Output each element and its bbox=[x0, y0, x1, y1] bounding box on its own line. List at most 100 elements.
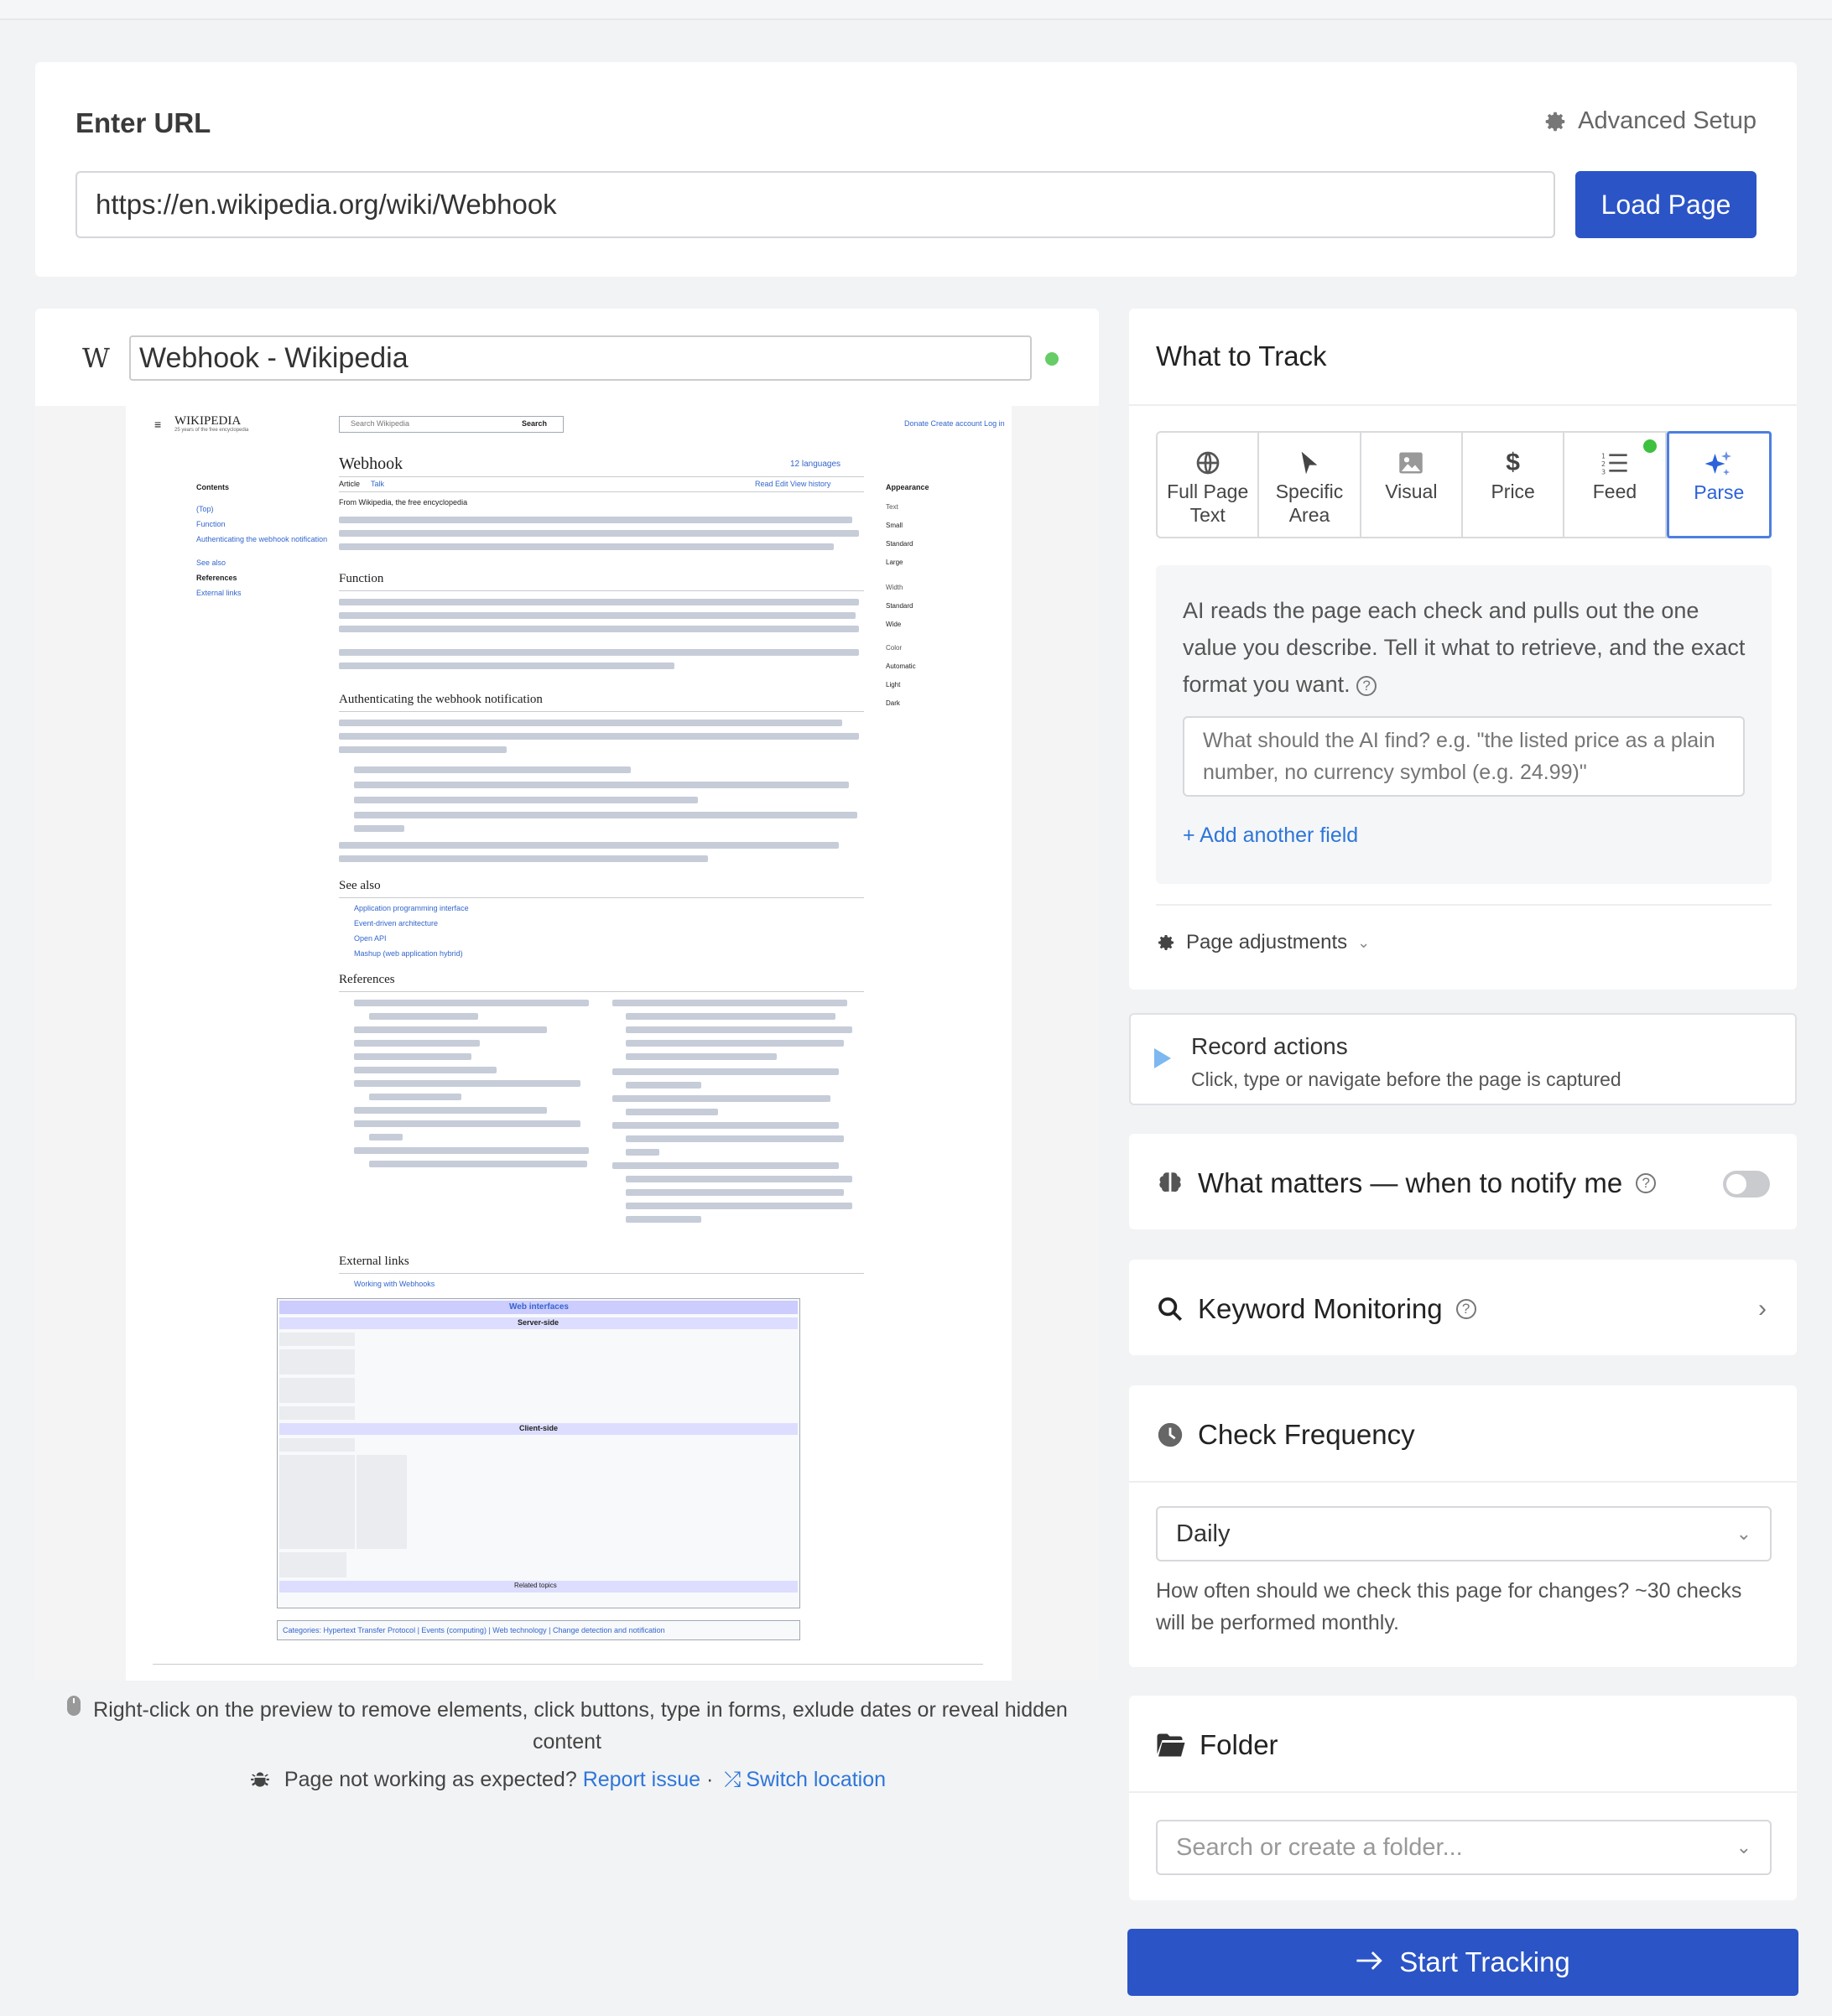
wiki-tab-article: Article bbox=[339, 480, 361, 488]
advanced-setup-button[interactable]: Advanced Setup bbox=[1543, 107, 1757, 135]
top-border bbox=[0, 0, 1832, 20]
svg-text:1: 1 bbox=[1601, 453, 1606, 460]
page-preview[interactable]: ≡ WIKIPEDIA 25 years of the free encyclo… bbox=[35, 406, 1099, 1681]
wiki-contents-label: Contents bbox=[196, 483, 229, 491]
wiki-top-links: Donate Create account Log in bbox=[904, 419, 1005, 428]
wiki-external-link: Working with Webhooks bbox=[354, 1280, 435, 1288]
page-adjustments-toggle[interactable]: Page adjustments ⌄ bbox=[1156, 931, 1370, 954]
wiki-see-also-item: Event-driven architecture bbox=[354, 919, 439, 927]
check-frequency-title: Check Frequency bbox=[1198, 1419, 1415, 1450]
parse-panel: AI reads the page each check and pulls o… bbox=[1156, 565, 1772, 884]
parse-description: AI reads the page each check and pulls o… bbox=[1183, 592, 1753, 703]
what-to-track-heading: What to Track bbox=[1156, 340, 1327, 372]
record-actions-title: Record actions bbox=[1191, 1033, 1348, 1059]
site-favicon-icon: W bbox=[82, 342, 110, 374]
gear-icon bbox=[1545, 112, 1565, 131]
record-actions-card[interactable]: Record actions Click, type or navigate b… bbox=[1129, 1013, 1797, 1105]
separator: · bbox=[706, 1768, 714, 1791]
folder-placeholder: Search or create a folder... bbox=[1176, 1833, 1463, 1861]
tab-visual[interactable]: Visual bbox=[1361, 433, 1463, 537]
brain-icon bbox=[1159, 1172, 1181, 1192]
preview-hint: Right-click on the preview to remove ele… bbox=[35, 1694, 1099, 1758]
wiki-categories-text: Categories: Hypertext Transfer Protocol … bbox=[283, 1626, 665, 1634]
folder-title: Folder bbox=[1200, 1729, 1278, 1760]
wiki-appearance-item: Color bbox=[886, 644, 903, 652]
sparkle-icon bbox=[1704, 447, 1734, 481]
track-type-tabs: Full Page Text Specific Area Visual $ Pr… bbox=[1156, 431, 1772, 538]
tab-label: Price bbox=[1491, 481, 1535, 502]
switch-location-link[interactable]: Switch location bbox=[746, 1768, 886, 1791]
help-icon[interactable]: ? bbox=[1356, 675, 1377, 696]
wiki-contents-item: See also bbox=[196, 559, 226, 567]
preview-card: W ≡ WIKIPEDIA 25 years of the free encyc… bbox=[35, 309, 1099, 1681]
play-icon bbox=[1154, 1048, 1171, 1068]
url-card: Enter URL Advanced Setup Load Page bbox=[35, 62, 1797, 277]
folder-icon bbox=[1157, 1733, 1185, 1757]
tab-full-page-text[interactable]: Full Page Text bbox=[1158, 433, 1260, 537]
notify-toggle[interactable] bbox=[1723, 1171, 1770, 1198]
wiki-section-heading: External links bbox=[339, 1255, 409, 1268]
feed-status-dot bbox=[1642, 439, 1657, 453]
parse-description-text: AI reads the page each check and pulls o… bbox=[1183, 598, 1746, 697]
page-adjustments-label: Page adjustments bbox=[1186, 931, 1348, 953]
tab-feed[interactable]: 123 Feed bbox=[1564, 433, 1667, 537]
wiki-footer-line bbox=[153, 1664, 983, 1665]
svg-text:2: 2 bbox=[1601, 460, 1606, 468]
dollar-icon: $ bbox=[1506, 449, 1520, 476]
wiki-categories: Categories: Hypertext Transfer Protocol … bbox=[277, 1620, 800, 1640]
url-input[interactable] bbox=[75, 171, 1555, 238]
wiki-see-also-item: Mashup (web application hybrid) bbox=[354, 949, 463, 958]
what-matters-title: What matters — when to notify me bbox=[1198, 1167, 1623, 1198]
chevron-down-icon: ⌄ bbox=[1736, 1523, 1751, 1544]
report-issue-link[interactable]: Report issue bbox=[583, 1768, 700, 1791]
start-tracking-button[interactable]: Start Tracking bbox=[1127, 1929, 1798, 1996]
keyword-monitoring-card[interactable]: Keyword Monitoring ? › bbox=[1129, 1260, 1797, 1355]
wiki-article-title: Webhook bbox=[339, 455, 403, 473]
tab-label: Full Page Text bbox=[1167, 481, 1249, 526]
chevron-right-icon: › bbox=[1758, 1295, 1767, 1322]
wiki-appearance-item: Wide bbox=[886, 621, 902, 628]
wiki-from: From Wikipedia, the free encyclopedia bbox=[339, 498, 468, 507]
wiki-tab-right: Read Edit View history bbox=[755, 480, 831, 488]
divider bbox=[1156, 904, 1772, 906]
search-icon bbox=[1158, 1297, 1183, 1322]
add-field-button[interactable]: + Add another field bbox=[1183, 824, 1358, 848]
mouse-icon bbox=[66, 1694, 81, 1726]
page-title-input[interactable] bbox=[129, 335, 1032, 381]
wiki-contents-item: External links bbox=[196, 589, 242, 597]
wikipedia-page-preview[interactable]: ≡ WIKIPEDIA 25 years of the free encyclo… bbox=[126, 406, 1012, 1681]
tab-label: Parse bbox=[1694, 481, 1745, 503]
navbox-title: Web interfaces bbox=[509, 1302, 569, 1312]
tab-price[interactable]: $ Price bbox=[1463, 433, 1565, 537]
tab-label: Feed bbox=[1592, 481, 1637, 502]
wiki-search-button: Search bbox=[522, 419, 548, 428]
divider bbox=[1129, 404, 1797, 406]
help-icon[interactable]: ? bbox=[1636, 1173, 1657, 1193]
start-tracking-label: Start Tracking bbox=[1399, 1946, 1570, 1977]
arrow-right-icon bbox=[1356, 1946, 1384, 1978]
tab-parse[interactable]: Parse bbox=[1666, 431, 1772, 538]
wiki-appearance-item: Text bbox=[886, 503, 898, 511]
gear-icon bbox=[1158, 935, 1174, 950]
navbox-related: Related topics bbox=[514, 1582, 557, 1589]
record-actions-subtitle: Click, type or navigate before the page … bbox=[1191, 1068, 1621, 1090]
parse-query-input[interactable] bbox=[1183, 716, 1745, 797]
navbox-client: Client-side bbox=[519, 1424, 559, 1432]
keyword-monitoring-title: Keyword Monitoring bbox=[1198, 1293, 1443, 1324]
check-frequency-card: Check Frequency Daily ⌄ How often should… bbox=[1129, 1385, 1797, 1667]
wiki-section-heading: Function bbox=[339, 572, 384, 585]
wiki-tagline: 25 years of the free encyclopedia bbox=[174, 428, 249, 433]
folder-card: Folder Search or create a folder... ⌄ bbox=[1129, 1696, 1797, 1900]
wiki-see-also-item: Open API bbox=[354, 934, 387, 943]
frequency-select[interactable]: Daily ⌄ bbox=[1156, 1506, 1772, 1561]
folder-select[interactable]: Search or create a folder... ⌄ bbox=[1156, 1820, 1772, 1875]
tab-specific-area[interactable]: Specific Area bbox=[1259, 433, 1361, 537]
wiki-appearance-item: Standard bbox=[886, 602, 913, 610]
wiki-see-also-item: Application programming interface bbox=[354, 904, 469, 912]
wiki-section-heading: Authenticating the webhook notification bbox=[339, 693, 543, 706]
status-dot bbox=[1045, 352, 1059, 366]
wiki-tab-talk: Talk bbox=[371, 480, 385, 488]
load-page-button[interactable]: Load Page bbox=[1575, 171, 1757, 238]
wiki-navbox: Web interfaces Server-side Client-side R… bbox=[277, 1298, 800, 1608]
help-icon[interactable]: ? bbox=[1455, 1299, 1476, 1319]
